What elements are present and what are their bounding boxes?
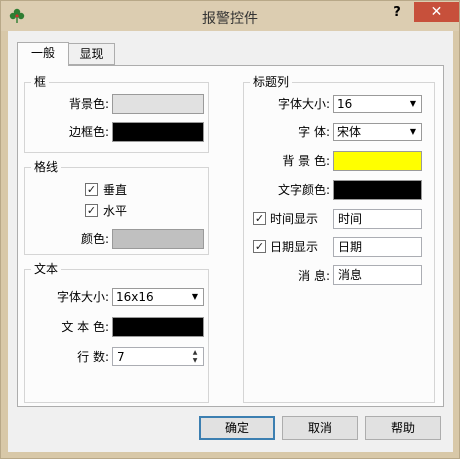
show-time-label[interactable]: 时间显示 <box>270 212 318 226</box>
spin-up-icon[interactable]: ▲ <box>188 349 202 357</box>
time-field[interactable]: 时间 <box>333 209 422 229</box>
text-rows-value: 7 <box>117 350 125 364</box>
cancel-button[interactable]: 取消 <box>282 416 358 440</box>
chevron-down-icon[interactable]: ▼ <box>406 97 420 111</box>
title-font-size-select[interactable]: 16 ▼ <box>333 95 422 113</box>
grid-group-title: 格线 <box>31 160 62 174</box>
text-group: 文本 字体大小: 16x16 ▼ 文 本 色: 行 数: 7 ▲ ▼ <box>24 262 209 403</box>
frame-group-title: 框 <box>31 75 50 89</box>
title-column-group: 标题列 字体大小: 16 ▼ 字 体: 宋体 ▼ 背 景 色: 文字颜色: ✓ … <box>243 75 435 403</box>
help-icon[interactable]: ? <box>384 3 410 23</box>
title-font-select[interactable]: 宋体 ▼ <box>333 123 422 141</box>
grid-group: 格线 ✓ 垂直 ✓ 水平 颜色: <box>24 160 209 255</box>
text-font-size-label: 字体大小: <box>56 290 109 304</box>
help-button[interactable]: 帮助 <box>365 416 441 440</box>
rows-spin-buttons[interactable]: ▲ ▼ <box>188 349 202 365</box>
frame-background-label: 背景色: <box>68 97 109 111</box>
show-date-checkbox[interactable]: ✓ <box>253 240 266 253</box>
close-icon[interactable]: ✕ <box>414 2 459 22</box>
vertical-checkbox[interactable]: ✓ <box>85 183 98 196</box>
show-time-checkbox[interactable]: ✓ <box>253 212 266 225</box>
date-field-value: 日期 <box>338 240 363 254</box>
check-icon: ✓ <box>254 212 265 225</box>
title-font-value: 宋体 <box>337 125 362 139</box>
message-field[interactable]: 消息 <box>333 265 422 285</box>
message-label: 消 息: <box>298 269 330 283</box>
text-group-title: 文本 <box>31 262 62 276</box>
spin-down-icon[interactable]: ▼ <box>188 357 202 365</box>
text-rows-spinner[interactable]: 7 ▲ ▼ <box>112 347 204 366</box>
title-text-color-label: 文字颜色: <box>277 183 330 197</box>
title-font-size-label: 字体大小: <box>277 97 330 111</box>
frame-border-swatch[interactable] <box>112 122 204 142</box>
frame-background-swatch[interactable] <box>112 94 204 114</box>
tab-display[interactable]: 显现 <box>69 43 115 65</box>
text-font-size-value: 16x16 <box>116 290 154 304</box>
text-font-size-select[interactable]: 16x16 ▼ <box>112 288 204 306</box>
chevron-down-icon[interactable]: ▼ <box>188 290 202 304</box>
time-field-value: 时间 <box>338 212 363 226</box>
title-bar[interactable]: 报警控件 ? ✕ <box>1 1 459 31</box>
check-icon: ✓ <box>86 204 97 217</box>
text-color-label: 文 本 色: <box>61 320 109 334</box>
horizontal-checkbox-label[interactable]: 水平 <box>103 204 127 218</box>
frame-border-label: 边框色: <box>68 125 109 139</box>
frame-group: 框 背景色: 边框色: <box>24 75 209 153</box>
show-date-label[interactable]: 日期显示 <box>270 240 318 254</box>
title-font-size-value: 16 <box>337 97 353 111</box>
horizontal-checkbox[interactable]: ✓ <box>85 204 98 217</box>
title-font-label: 字 体: <box>298 125 330 139</box>
title-column-group-title: 标题列 <box>250 75 293 89</box>
check-icon: ✓ <box>254 240 265 253</box>
title-background-label: 背 景 色: <box>282 154 330 168</box>
vertical-checkbox-label[interactable]: 垂直 <box>103 183 127 197</box>
text-color-swatch[interactable] <box>112 317 204 337</box>
dialog-client: 一般 显现 框 背景色: 边框色: 格线 ✓ 垂直 ✓ 水平 颜色: 文本 字体… <box>8 31 453 452</box>
ok-button[interactable]: 确定 <box>199 416 275 440</box>
tab-general[interactable]: 一般 <box>17 42 69 66</box>
grid-color-label: 颜色: <box>80 232 109 246</box>
text-rows-label: 行 数: <box>77 350 109 364</box>
chevron-down-icon[interactable]: ▼ <box>406 125 420 139</box>
check-icon: ✓ <box>86 183 97 196</box>
title-background-swatch[interactable] <box>333 151 422 171</box>
grid-color-swatch[interactable] <box>112 229 204 249</box>
tab-panel-general: 框 背景色: 边框色: 格线 ✓ 垂直 ✓ 水平 颜色: 文本 字体大小: 16… <box>17 65 444 407</box>
dialog-window: 报警控件 ? ✕ 一般 显现 框 背景色: 边框色: 格线 ✓ 垂直 ✓ 水平 … <box>0 0 460 459</box>
date-field[interactable]: 日期 <box>333 237 422 257</box>
title-text-color-swatch[interactable] <box>333 180 422 200</box>
message-field-value: 消息 <box>338 268 363 282</box>
